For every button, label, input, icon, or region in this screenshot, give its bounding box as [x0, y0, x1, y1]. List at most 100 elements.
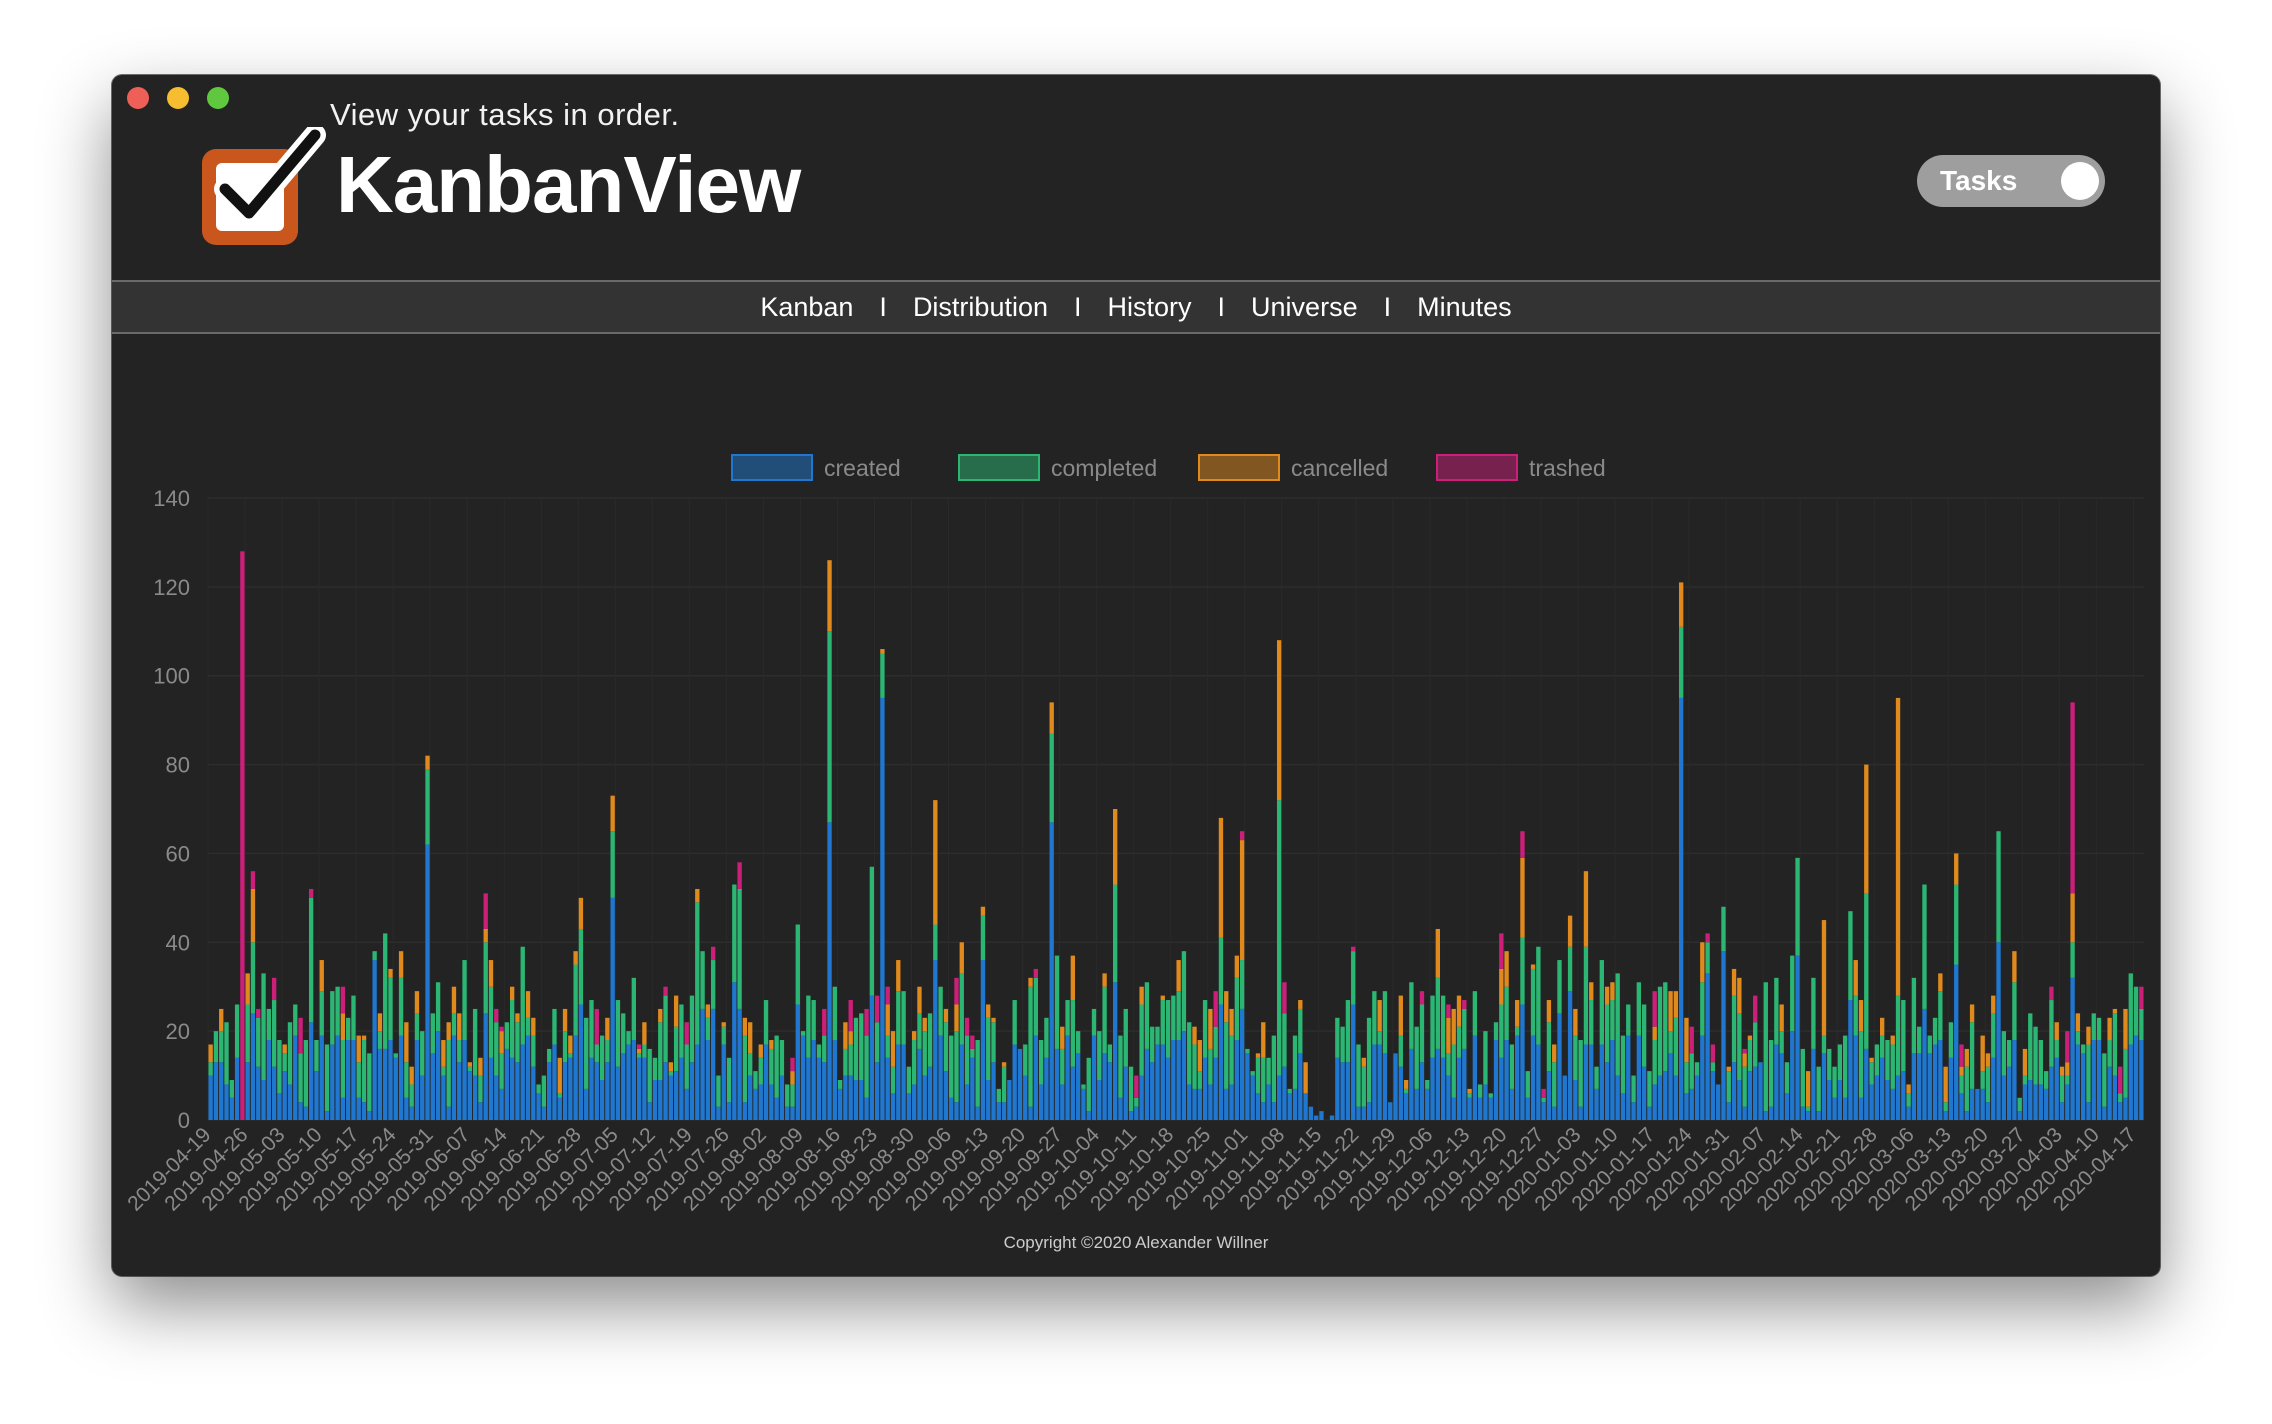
bar-created: [642, 1057, 647, 1120]
bar-cancelled: [1610, 982, 1615, 1001]
bar-completed: [695, 902, 700, 1045]
bar-completed: [1097, 1031, 1102, 1081]
nav-distribution[interactable]: Distribution: [887, 292, 1074, 323]
bar-created: [1620, 1093, 1626, 1120]
bar-completed: [943, 1022, 949, 1072]
bar-completed: [599, 1035, 605, 1081]
bar-cancelled: [499, 1031, 504, 1054]
bar-cancelled: [1303, 1062, 1308, 1094]
bar-created: [848, 1075, 853, 1120]
bar-completed: [1340, 1026, 1345, 1063]
nav-minutes[interactable]: Minutes: [1391, 292, 1538, 323]
bar-created: [1255, 1093, 1261, 1120]
bar-trashed: [636, 1044, 642, 1049]
bar-cancelled: [1737, 977, 1742, 1014]
bar-completed: [1335, 1017, 1340, 1058]
bar-completed: [1456, 1026, 1462, 1058]
bar-cancelled: [1060, 1026, 1065, 1049]
bar-created: [837, 1088, 843, 1120]
bar-trashed: [1541, 1088, 1546, 1098]
bar-cancelled: [1678, 582, 1684, 627]
bar-completed: [1536, 946, 1541, 1045]
bar-completed: [1959, 1075, 1964, 1094]
bar-created: [1393, 1053, 1398, 1120]
bar-completed: [467, 1066, 473, 1072]
bar-cancelled: [219, 1008, 224, 1032]
bar-completed: [472, 1008, 478, 1076]
bar-cancelled: [1879, 1017, 1885, 1036]
nav-kanban[interactable]: Kanban: [734, 292, 879, 323]
copyright: Copyright ©2020 Alexander Willner: [1003, 1233, 1269, 1252]
bar-created: [488, 1057, 494, 1120]
bar-completed: [1398, 1035, 1403, 1067]
bar-created: [917, 1048, 922, 1120]
bar-completed: [1615, 973, 1620, 1076]
bar-cancelled: [425, 755, 430, 770]
bar-completed: [758, 1057, 763, 1085]
bar-completed: [2065, 1075, 2070, 1085]
bar-cancelled: [451, 986, 457, 1014]
bar-cancelled: [980, 906, 986, 916]
tasks-toggle[interactable]: Tasks: [1917, 155, 2105, 207]
bar-completed: [2054, 1040, 2059, 1058]
bar-trashed: [1959, 1044, 1964, 1067]
bar-created: [457, 1062, 462, 1120]
bar-completed: [774, 1035, 779, 1098]
bar-completed: [1229, 1035, 1234, 1085]
nav-universe[interactable]: Universe: [1225, 292, 1384, 323]
bar-completed: [1425, 1080, 1430, 1089]
bar-cancelled: [880, 649, 885, 654]
bar-completed: [1626, 1004, 1631, 1036]
bar-completed: [525, 1017, 531, 1036]
bar-completed: [1430, 995, 1435, 1058]
bar-completed: [901, 991, 906, 1045]
bar-trashed: [1446, 1004, 1451, 1018]
bar-cancelled: [488, 960, 494, 987]
bar-cancelled: [1567, 915, 1573, 947]
bar-completed: [1567, 946, 1573, 992]
bar-cancelled: [848, 1031, 853, 1045]
bar-completed: [1678, 626, 1684, 698]
bar-created: [1308, 1106, 1314, 1120]
nav-history[interactable]: History: [1082, 292, 1218, 323]
bar-created: [478, 1102, 483, 1120]
bar-created: [536, 1093, 541, 1120]
bar-completed: [451, 1013, 457, 1036]
bar-created: [943, 1071, 949, 1120]
bar-cancelled: [1747, 1035, 1753, 1041]
bar-completed: [689, 995, 695, 1063]
bar-created: [499, 1088, 504, 1120]
bar-trashed: [1652, 991, 1657, 1027]
bar-completed: [536, 1084, 541, 1094]
bar-created: [1901, 1071, 1906, 1120]
bar-completed: [816, 1044, 822, 1058]
bar-created: [1134, 1106, 1139, 1120]
bar-completed: [1467, 1093, 1472, 1098]
bar-completed: [425, 769, 430, 845]
bar-completed: [2017, 1097, 2022, 1112]
bar-created: [1610, 1040, 1615, 1120]
bar-created: [1721, 951, 1726, 1120]
bar-completed: [1091, 1008, 1097, 1036]
bar-completed: [964, 1035, 970, 1085]
bar-completed: [853, 1017, 859, 1081]
bar-created: [2139, 1040, 2144, 1120]
bar-completed: [509, 1000, 515, 1058]
bar-created: [2065, 1084, 2070, 1120]
bar-completed: [1895, 995, 1901, 1076]
bar-created: [1922, 1008, 1927, 1120]
bar-cancelled: [843, 1022, 848, 1049]
bar-completed: [1832, 1066, 1837, 1098]
bar-created: [2123, 1097, 2128, 1120]
bar-created: [1192, 1088, 1197, 1120]
bar-created: [636, 1057, 642, 1120]
bar-cancelled: [954, 1004, 959, 1032]
history-chart: created completed cancelled trashed 0 20 40 60 8…: [123, 454, 2144, 1215]
bar-created: [1271, 1102, 1277, 1120]
bar-cancelled: [1546, 1000, 1552, 1023]
bar-created: [1964, 1111, 1969, 1120]
bar-completed: [2128, 973, 2133, 1045]
bar-created: [1657, 1075, 1663, 1120]
bar-completed: [261, 973, 266, 1081]
bar-created: [1853, 1035, 1858, 1120]
